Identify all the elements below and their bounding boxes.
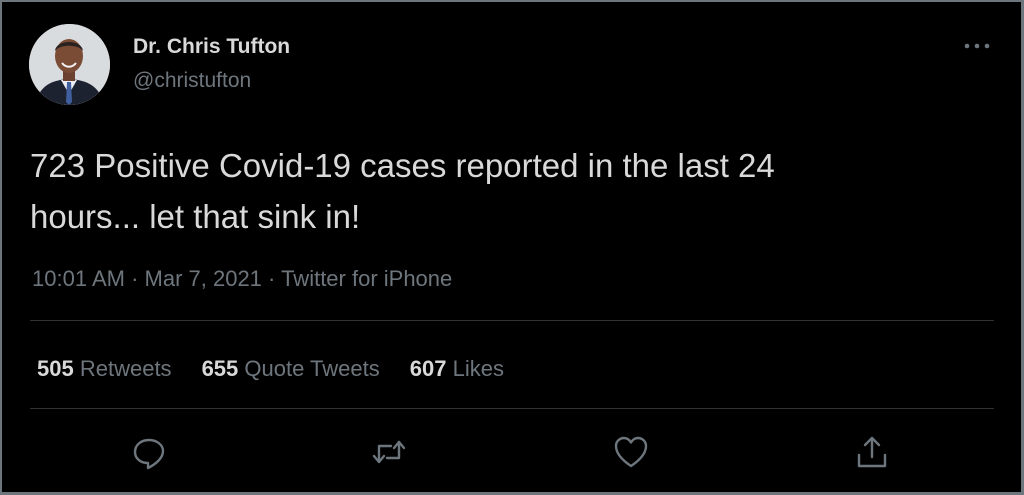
tweet-text-line: hours... let that sink in! bbox=[30, 198, 361, 235]
divider bbox=[30, 320, 994, 321]
like-button[interactable] bbox=[611, 432, 651, 472]
quote-tweets-count: 655 bbox=[201, 356, 239, 381]
more-options-button[interactable] bbox=[957, 32, 997, 62]
divider bbox=[30, 408, 994, 409]
engagement-stats: 505 Retweets 655 Quote Tweets 607 Likes bbox=[37, 356, 534, 382]
retweets-stat[interactable]: 505 Retweets bbox=[37, 356, 172, 382]
meta-separator: · bbox=[124, 266, 145, 291]
share-icon bbox=[857, 436, 887, 468]
more-dots-icon bbox=[964, 43, 990, 49]
meta-separator: · bbox=[261, 266, 282, 291]
reply-icon bbox=[133, 438, 165, 470]
author-name[interactable]: Dr. Chris Tufton bbox=[133, 35, 290, 59]
retweets-label: Retweets bbox=[79, 356, 172, 381]
tweet-text-line: 723 Positive Covid-19 cases reported in … bbox=[30, 147, 775, 184]
tweet-source[interactable]: Twitter for iPhone bbox=[281, 266, 452, 291]
likes-count: 607 bbox=[409, 356, 447, 381]
quote-tweets-label: Quote Tweets bbox=[244, 356, 380, 381]
author-handle[interactable]: @christufton bbox=[133, 69, 251, 93]
tweet-card: Dr. Chris Tufton @christufton 723 Positi… bbox=[2, 2, 1021, 492]
avatar[interactable] bbox=[29, 24, 110, 105]
reply-button[interactable] bbox=[129, 432, 169, 472]
retweets-count: 505 bbox=[37, 356, 74, 381]
retweet-icon bbox=[372, 440, 406, 464]
share-button[interactable] bbox=[852, 432, 892, 472]
tweet-meta: 10:01 AM · Mar 7, 2021 · Twitter for iPh… bbox=[32, 266, 452, 292]
likes-label: Likes bbox=[452, 356, 504, 381]
tweet-time[interactable]: 10:01 AM bbox=[32, 266, 125, 291]
tweet-date[interactable]: Mar 7, 2021 bbox=[145, 266, 262, 291]
retweet-button[interactable] bbox=[369, 432, 409, 472]
quote-tweets-stat[interactable]: 655 Quote Tweets bbox=[202, 356, 380, 382]
tweet-text: 723 Positive Covid-19 cases reported in … bbox=[30, 140, 970, 242]
likes-stat[interactable]: 607 Likes bbox=[410, 356, 504, 382]
heart-icon bbox=[614, 436, 648, 468]
